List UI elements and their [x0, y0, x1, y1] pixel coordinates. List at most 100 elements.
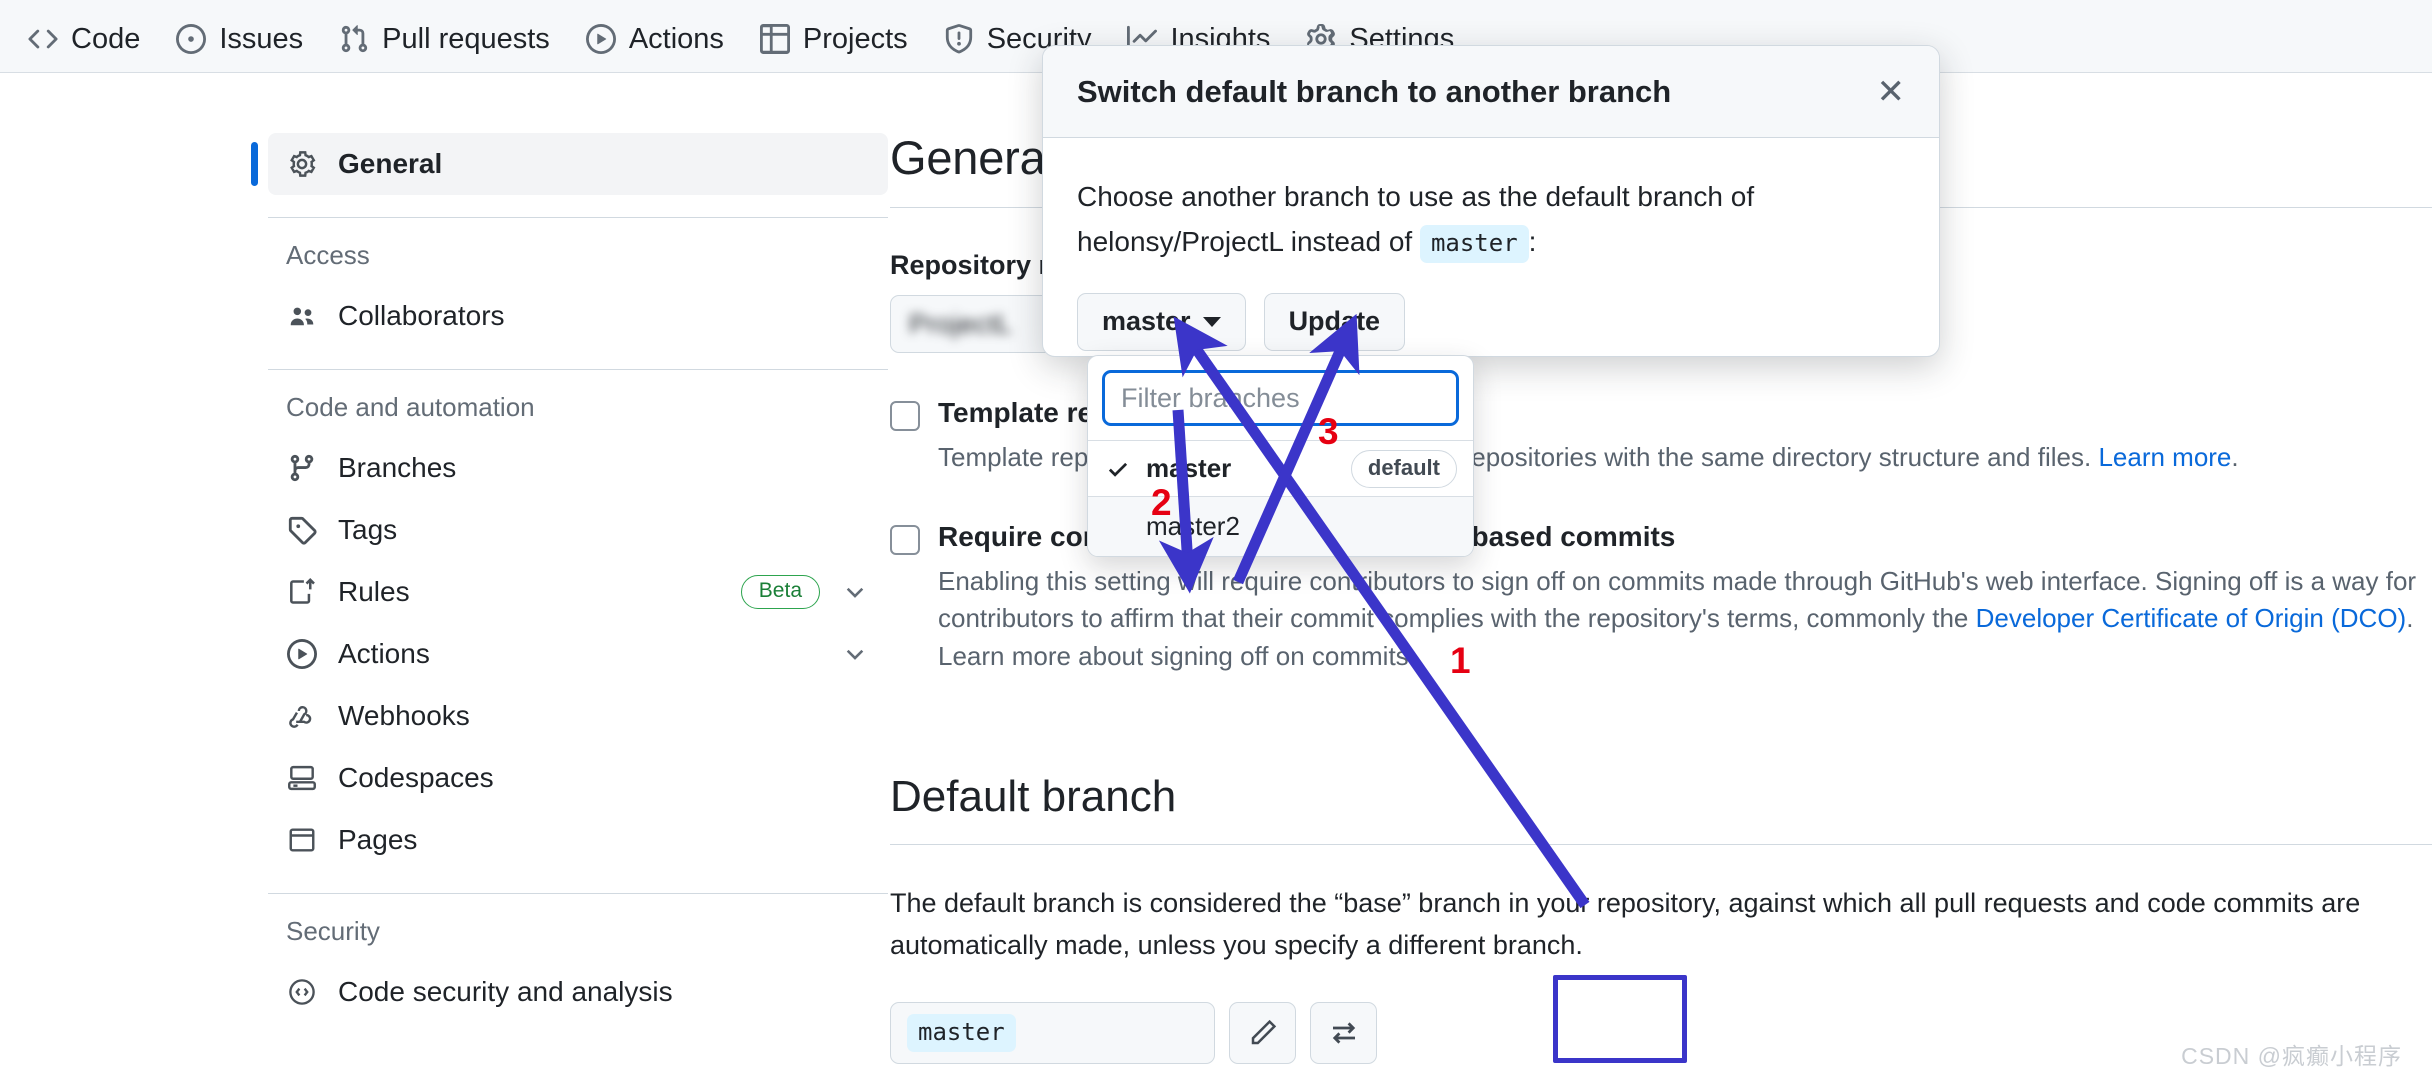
chevron-down-icon[interactable] [840, 641, 870, 667]
switch-default-branch-dialog: Switch default branch to another branch … [1042, 45, 1940, 357]
sidebar-item-label: Pages [338, 824, 418, 855]
sidebar-group-title-security: Security [286, 916, 380, 946]
nav-item-label: Projects [802, 22, 908, 55]
beta-badge: Beta [740, 574, 820, 610]
nav-item-code[interactable]: Code [14, 24, 162, 70]
dco-link[interactable]: Developer Certificate of Origin (DCO) [1976, 603, 2407, 633]
sidebar-item-webhooks[interactable]: Webhooks [268, 685, 888, 747]
nav-item-pull-requests[interactable]: Pull requests [325, 24, 572, 70]
sidebar-item-actions[interactable]: Actions [268, 623, 888, 685]
play-icon [585, 24, 616, 54]
sidebar-item-label: Webhooks [338, 700, 470, 731]
sidebar-item-label: General [338, 148, 443, 179]
dialog-description: Choose another branch to use as the defa… [1077, 174, 1905, 265]
branch-option-label: master [1146, 453, 1232, 483]
template-repository-checkbox[interactable] [890, 401, 920, 431]
require-signoff-description: Enabling this setting will require contr… [938, 563, 2418, 676]
gear-icon [286, 148, 318, 180]
sidebar-item-code-security-and-analysis[interactable]: Code security and analysis [268, 961, 888, 1023]
issue-opened-icon [176, 24, 207, 54]
sidebar-item-label: Tags [338, 514, 398, 545]
default-badge: default [1350, 449, 1457, 488]
sidebar-divider [268, 893, 888, 894]
chevron-down-icon [1202, 316, 1221, 327]
nav-item-label: Pull requests [382, 22, 550, 55]
people-icon [286, 300, 318, 332]
sidebar-divider [268, 217, 888, 218]
dialog-actions: master Update [1077, 292, 1905, 351]
code-icon [28, 24, 58, 54]
watermark: CSDN @疯癫小程序 [2181, 1043, 2402, 1069]
settings-sidebar: General Access Collaborators Code and au… [251, 133, 888, 1023]
annotation-number-3: 3 [1318, 411, 1339, 452]
git-pull-request-icon [339, 24, 369, 54]
pencil-icon [1247, 1017, 1279, 1049]
sidebar-item-general[interactable]: General [251, 133, 888, 195]
annotation-number-2: 2 [1151, 482, 1172, 523]
rules-icon [286, 576, 318, 608]
sidebar-item-codespaces[interactable]: Codespaces [268, 747, 888, 809]
update-button-label: Update [1288, 306, 1381, 337]
branch-option-master2[interactable]: master2 [1088, 496, 1473, 556]
code-square-icon [286, 976, 318, 1008]
branch-dropdown: Filter branches master default master2 [1087, 355, 1474, 557]
annotation-number-1: 1 [1450, 640, 1471, 681]
sidebar-item-rules[interactable]: Rules Beta [268, 561, 888, 623]
sidebar-item-branches[interactable]: Branches [268, 437, 888, 499]
table-icon [759, 24, 790, 54]
browser-icon [286, 824, 318, 856]
default-branch-heading: Default branch [890, 771, 1177, 821]
shield-icon [944, 24, 974, 54]
codespaces-icon [286, 762, 318, 794]
webhook-icon [286, 700, 318, 732]
sidebar-item-label: Code security and analysis [338, 976, 673, 1007]
branch-filter-placeholder: Filter branches [1121, 382, 1300, 413]
sidebar-group-title-code-and-automation: Code and automation [286, 392, 535, 422]
default-branch-name: master [907, 1014, 1016, 1053]
repository-name-value: ProjectL [909, 308, 1013, 339]
chevron-down-icon[interactable] [840, 579, 870, 605]
switch-branch-button[interactable] [1310, 1002, 1377, 1065]
sidebar-item-pages[interactable]: Pages [268, 809, 888, 871]
sidebar-group-title-access: Access [286, 240, 370, 270]
branch-select-button[interactable]: master [1077, 292, 1246, 351]
default-branch-paragraph: The default branch is considered the “ba… [890, 887, 2361, 960]
sidebar-item-label: Rules [338, 576, 410, 607]
nav-item-actions[interactable]: Actions [572, 24, 746, 70]
default-branch-rule [890, 843, 2432, 845]
rename-branch-button[interactable] [1229, 1002, 1296, 1065]
check-icon [1104, 456, 1132, 482]
sidebar-divider [268, 369, 888, 370]
desc-text-after: . [2231, 442, 2239, 472]
close-icon[interactable]: ✕ [1877, 75, 1906, 109]
branch-filter-input[interactable]: Filter branches [1102, 370, 1459, 426]
dialog-description-suffix: : [1528, 226, 1537, 258]
switch-icon [1328, 1017, 1360, 1049]
dialog-description-prefix: Choose another branch to use as the defa… [1077, 181, 1755, 258]
branch-select-label: master [1102, 306, 1191, 337]
learn-more-link[interactable]: Learn more [2098, 442, 2231, 472]
nav-item-label: Issues [219, 22, 304, 55]
sidebar-item-label: Branches [338, 452, 457, 483]
sidebar-item-collaborators[interactable]: Collaborators [268, 285, 888, 347]
nav-item-label: Actions [628, 22, 724, 55]
sidebar-item-label: Actions [338, 638, 430, 669]
sidebar-item-tags[interactable]: Tags [268, 499, 888, 561]
update-button[interactable]: Update [1263, 292, 1406, 351]
dialog-title: Switch default branch to another branch [1077, 73, 1672, 109]
nav-item-projects[interactable]: Projects [746, 24, 930, 70]
branch-option-master[interactable]: master default [1088, 440, 1473, 496]
switch-button-highlight-box [1553, 975, 1687, 1063]
default-branch-display: master [890, 1002, 1215, 1065]
branch-filter-wrap: Filter branches [1088, 356, 1473, 440]
require-signoff-checkbox[interactable] [890, 524, 920, 555]
dialog-header: Switch default branch to another branch … [1043, 46, 1939, 138]
nav-item-label: Code [71, 22, 141, 55]
dialog-body: Choose another branch to use as the defa… [1043, 138, 1939, 351]
branch-option-label: master2 [1146, 511, 1240, 541]
dialog-current-branch-chip: master [1419, 225, 1529, 264]
git-branch-icon [286, 452, 318, 484]
nav-item-issues[interactable]: Issues [162, 24, 325, 70]
tag-icon [286, 514, 318, 546]
sidebar-item-label: Collaborators [338, 300, 505, 331]
